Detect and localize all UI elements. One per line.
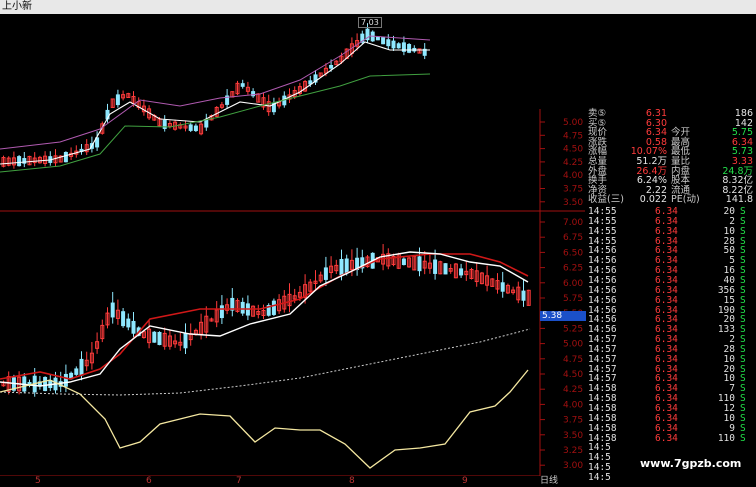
- window-title: 上小新: [2, 1, 32, 12]
- upper-candle: [204, 119, 209, 128]
- lower-candle: [417, 256, 422, 272]
- date-tick-label: 9: [462, 476, 468, 486]
- lower-candle: [157, 331, 162, 346]
- lower-candle: [240, 301, 245, 314]
- lower-candle: [131, 320, 136, 334]
- lower-axis-label: 6.00: [563, 279, 583, 289]
- lower-candle: [74, 368, 79, 375]
- lower-axis-label: 5.75: [563, 294, 583, 304]
- lower-axis-label: 3.25: [563, 446, 583, 456]
- upper-candle: [17, 156, 22, 167]
- tick-volume: 110: [717, 432, 735, 444]
- period-label[interactable]: 日线: [540, 476, 558, 487]
- quote-label: 收益(三): [588, 194, 624, 206]
- date-tick-label: 8: [349, 476, 355, 486]
- lower-axis-label: 4.50: [563, 370, 583, 380]
- upper-candle: [193, 125, 198, 132]
- date-axis-bar: 日线 5 6 7 8 9: [0, 476, 585, 487]
- lower-candle: [126, 318, 131, 328]
- lower-axis-label: 6.75: [563, 233, 583, 243]
- upper-axis-label: 4.25: [563, 158, 583, 168]
- lower-candle: [500, 282, 505, 292]
- lower-candle: [401, 258, 406, 266]
- upper-candle: [240, 83, 245, 87]
- lower-axis-label: 6.25: [563, 264, 583, 274]
- lower-candle: [63, 373, 68, 387]
- upper-candle: [381, 37, 386, 45]
- ma-line-purple: [0, 35, 431, 150]
- date-tick-label: 7: [236, 476, 242, 486]
- upper-candle: [407, 44, 412, 53]
- tick-side: S: [740, 432, 746, 444]
- tick-list[interactable]: 14:55 6.34 20 S 14:55 6.34 2 S 14:55 6.34 10 S 14:55…: [585, 207, 756, 487]
- lower-candle: [443, 263, 448, 275]
- lower-axis-label: 3.75: [563, 416, 583, 426]
- lower-candle: [271, 300, 276, 315]
- lower-axis-label: 7.00: [563, 218, 583, 228]
- quote-value: 141.8: [725, 194, 753, 206]
- lower-candle: [459, 268, 464, 276]
- upper-candle: [115, 94, 120, 106]
- upper-axis-label: 4.00: [563, 171, 583, 181]
- lower-candle: [121, 311, 126, 327]
- lower-axis-label: 3.00: [563, 461, 583, 471]
- lower-candle: [219, 305, 224, 319]
- lower-axis-label: 5.25: [563, 324, 583, 334]
- lower-candle: [344, 258, 349, 274]
- lower-axis-label: 4.25: [563, 385, 583, 395]
- lower-candle: [79, 358, 84, 376]
- lower-candle: [110, 302, 115, 318]
- lower-axis-label: 4.75: [563, 355, 583, 365]
- kline-chart-area[interactable]: 5.00 4.75 4.50 4.25 4.00 3.75 3.50 7.00 6.75 6.50…: [0, 14, 585, 476]
- lower-axis-label: 3.50: [563, 431, 583, 441]
- window-title-bar: 上小新: [0, 0, 756, 14]
- lower-candle: [521, 290, 526, 301]
- watermark-text: www.7gpzb.com: [640, 457, 742, 470]
- date-tick-label: 6: [146, 476, 152, 486]
- max-price-label: 7.03: [358, 17, 382, 28]
- upper-candle: [375, 36, 380, 41]
- quote-label: PE(动): [671, 194, 700, 206]
- upper-axis-label: 4.50: [563, 145, 583, 155]
- lower-candle: [152, 331, 157, 343]
- upper-axis-label: 3.50: [563, 198, 583, 208]
- tick-row[interactable]: 14:5: [585, 471, 756, 483]
- upper-candle: [63, 151, 68, 163]
- lower-candle: [43, 376, 48, 392]
- upper-axis-label: 4.75: [563, 131, 583, 141]
- upper-candle: [329, 64, 334, 69]
- upper-candle: [386, 39, 391, 47]
- upper-axis-label: 3.75: [563, 185, 583, 195]
- upper-candle: [188, 124, 193, 131]
- upper-candle: [396, 43, 401, 49]
- quote-row: 收益(三) 0.022 PE(动) 141.8: [585, 194, 756, 205]
- ma-line-white: [0, 41, 430, 165]
- lower-candle: [339, 259, 344, 275]
- lower-axis-label: 6.50: [563, 248, 583, 258]
- upper-candle: [391, 40, 396, 49]
- current-price-tag: 5.38: [540, 311, 586, 321]
- lower-candle: [183, 333, 188, 349]
- date-tick-label: 5: [35, 476, 41, 486]
- tick-price: 6.34: [655, 432, 678, 444]
- lower-candle: [433, 259, 438, 274]
- quote-panel: 卖⑤ 6.31 186 买⑤ 6.30 142 现价 6.34 今开 5.75 涨跌 0.58 最高 6.…: [585, 108, 756, 205]
- upper-axis-label: 5.00: [563, 118, 583, 128]
- lower-axis-label: 5.00: [563, 340, 583, 350]
- tick-time: 14:5: [588, 471, 611, 483]
- quote-value: 0.022: [639, 194, 667, 206]
- oscillator-line: [0, 369, 529, 469]
- lower-axis-label: 4.00: [563, 400, 583, 410]
- lower-candle: [323, 267, 328, 280]
